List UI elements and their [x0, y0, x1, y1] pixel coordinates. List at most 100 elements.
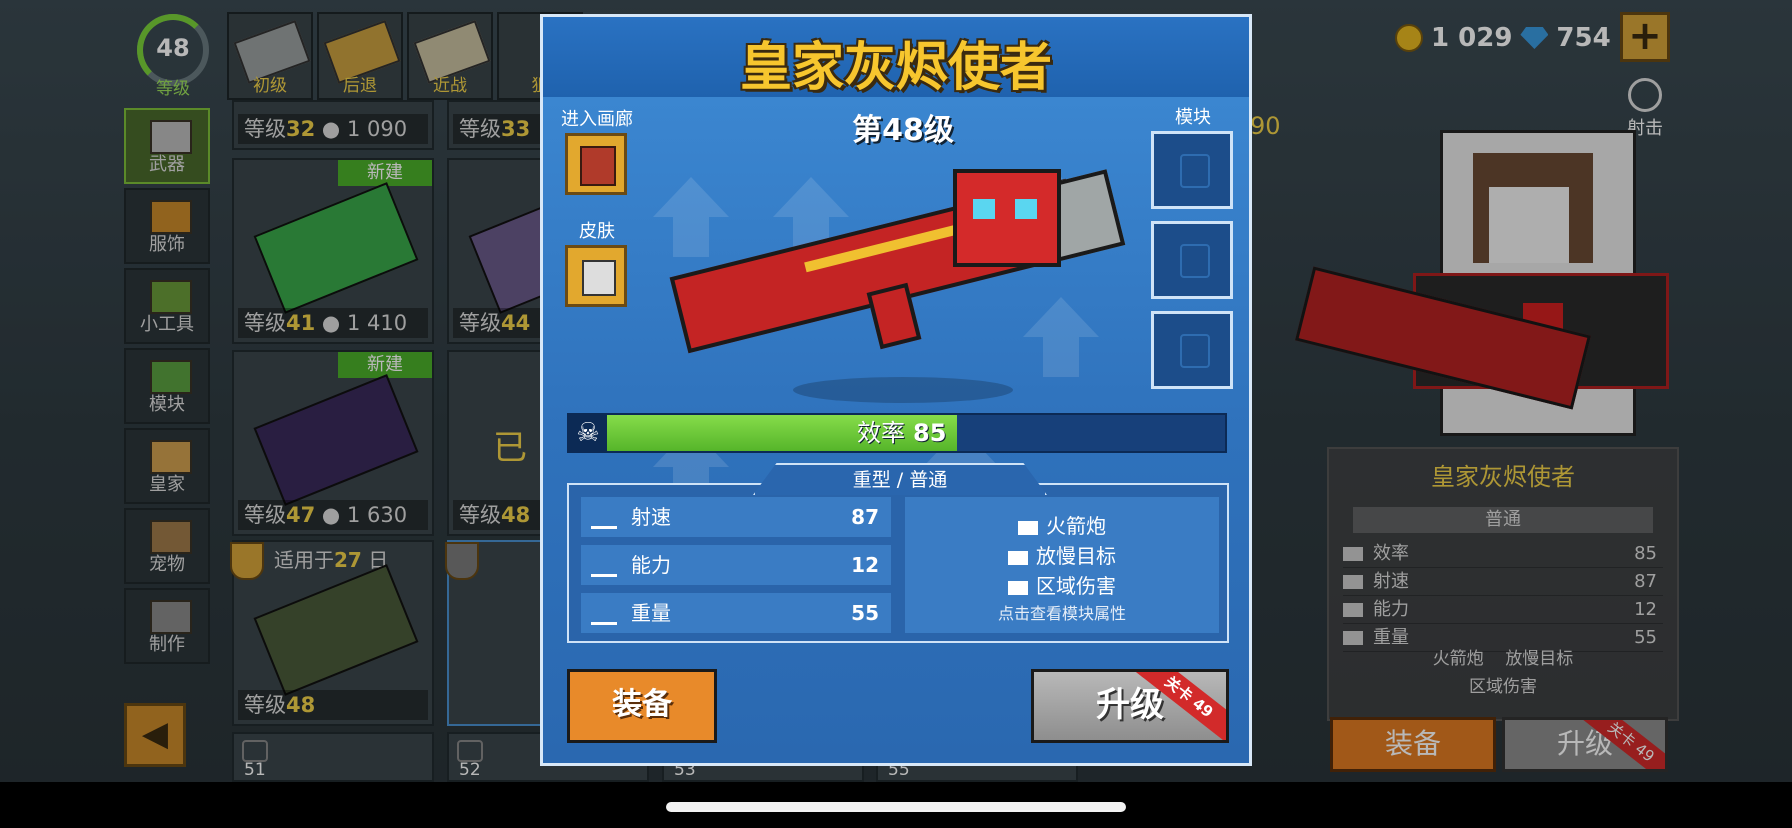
- stat-name: 射速: [1373, 571, 1409, 592]
- grenade-icon: [150, 280, 192, 314]
- gem-icon: [1520, 27, 1549, 49]
- rocket-icon: [1018, 520, 1038, 535]
- weapon-category: 普通: [1353, 507, 1653, 533]
- modules-label: 模块: [1175, 107, 1211, 128]
- level-prefix: 等级: [459, 117, 501, 141]
- plus-icon: +: [1628, 13, 1662, 59]
- pistol-icon: [150, 120, 192, 154]
- stat-name: 重量: [631, 601, 671, 625]
- module-slot-icon: [1180, 244, 1210, 278]
- home-indicator[interactable]: [666, 802, 1126, 812]
- player-level-label: 等级: [156, 79, 190, 99]
- weapon-category: 重型 / 普通: [753, 463, 1047, 495]
- sidebar-item-weapons[interactable]: 武器: [124, 108, 210, 184]
- card-price: 1 410: [346, 311, 408, 335]
- sidebar-item-label: 模块: [149, 394, 185, 415]
- weight-icon: [1343, 631, 1363, 645]
- skull-icon: [1343, 547, 1363, 561]
- module-area-damage: 区域伤害: [905, 571, 1219, 601]
- module-slot-icon: [1180, 334, 1210, 368]
- module-name: 区域伤害: [1036, 574, 1116, 598]
- shoot-button[interactable]: 射击: [1620, 78, 1670, 139]
- capacity-icon: [591, 556, 617, 577]
- module-name: 火箭炮: [1046, 514, 1106, 538]
- skull-eye: [973, 199, 995, 219]
- weapon-level: 第48级: [852, 113, 954, 148]
- level-prefix: 等级: [244, 311, 286, 335]
- lock-icon: [457, 740, 483, 762]
- tab-melee[interactable]: 近战: [407, 12, 493, 100]
- locked-card[interactable]: 51: [232, 732, 434, 782]
- card-until: 适用于27 日: [238, 546, 388, 574]
- sidebar-item-gadgets[interactable]: 小工具: [124, 268, 210, 344]
- equip-button[interactable]: 装备: [567, 669, 717, 743]
- sidebar-item-pets[interactable]: 宠物: [124, 508, 210, 584]
- skin-label: 皮肤: [579, 221, 615, 242]
- weapon-card[interactable]: 等级32 ● 1 090: [232, 100, 434, 150]
- locked-level: 51: [244, 760, 266, 780]
- slow-target-icon: [1008, 550, 1028, 565]
- skin-button[interactable]: [565, 245, 627, 307]
- efficiency-bar: ☠ 效率 85: [567, 413, 1227, 453]
- module-slow: 放慢目标: [1505, 649, 1574, 669]
- stat-value: 85: [1634, 543, 1657, 564]
- mobility-icon: [591, 604, 617, 625]
- area-damage-icon: [1008, 580, 1028, 595]
- add-currency-button[interactable]: +: [1620, 12, 1670, 62]
- modal-title-bar: 皇家灰烬使者: [543, 17, 1249, 98]
- sidebar-item-label: 皇家: [149, 474, 185, 495]
- sidebar-item-label: 小工具: [140, 314, 194, 335]
- efficiency-value: 85: [913, 419, 947, 447]
- sidebar-item-label: 制作: [149, 634, 185, 655]
- stat-row: 射速 87: [1343, 569, 1663, 596]
- upgrade-button-bg[interactable]: 升级 关卡 49: [1502, 717, 1668, 772]
- stat-row-weight: 重量 55: [581, 593, 891, 633]
- tab-primary[interactable]: 初级: [227, 12, 313, 100]
- player-level: 48: [156, 34, 190, 62]
- efficiency-label: 效率: [857, 419, 905, 447]
- weapon-shadow: [793, 377, 1013, 403]
- gallery-button[interactable]: [565, 133, 627, 195]
- weapon-card[interactable]: 新建 等级41 ● 1 410: [232, 158, 434, 344]
- module-rocket: 火箭炮: [905, 511, 1219, 541]
- module-slot-1[interactable]: [1151, 131, 1233, 209]
- stat-name: 能力: [1373, 599, 1409, 620]
- sidebar-item-label: 服饰: [149, 234, 185, 255]
- coin-icon: ●: [321, 117, 341, 141]
- gallery-label: 进入画廊: [561, 109, 633, 130]
- stat-value: 12: [1634, 599, 1657, 620]
- sidebar-item-craft[interactable]: 制作: [124, 588, 210, 664]
- sidebar-item-wear[interactable]: 服饰: [124, 188, 210, 264]
- stat-name: 效率: [1373, 543, 1409, 564]
- skull-ornament: [953, 169, 1061, 267]
- card-footer: 等级47 ● 1 630: [238, 500, 428, 530]
- tab-backup[interactable]: 后退: [317, 12, 403, 100]
- module-info[interactable]: 火箭炮 放慢目标 区域伤害 点击查看模块属性: [905, 497, 1219, 633]
- skull-eye: [1015, 199, 1037, 219]
- upgrade-button[interactable]: 升级 关卡 49: [1031, 669, 1229, 743]
- equip-button-bg[interactable]: 装备: [1330, 717, 1496, 772]
- pet-icon: [150, 520, 192, 554]
- module-slot-2[interactable]: [1151, 221, 1233, 299]
- stat-row-fire-rate: 射速 87: [581, 497, 891, 537]
- module-slow: 放慢目标: [905, 541, 1219, 571]
- locked-level: 52: [459, 760, 481, 780]
- module-slot-3[interactable]: [1151, 311, 1233, 389]
- sidebar-item-royale[interactable]: 皇家: [124, 428, 210, 504]
- back-button[interactable]: ◀: [124, 703, 186, 767]
- card-status-text: 已: [493, 428, 527, 468]
- card-level: 33: [501, 117, 531, 141]
- card-level: 48: [286, 693, 316, 717]
- weapon-card[interactable]: 新建 等级47 ● 1 630: [232, 350, 434, 536]
- crosshair-icon: [1628, 78, 1662, 112]
- sidebar-item-modules[interactable]: 模块: [124, 348, 210, 424]
- coin-icon: ●: [321, 311, 341, 335]
- currency-bar: 1 029 754: [1395, 18, 1611, 58]
- card-price: 1 630: [346, 503, 408, 527]
- weapon-name: 皇家灰烬使者: [1431, 463, 1575, 491]
- card-footer: 等级41 ● 1 410: [238, 308, 428, 338]
- skull-crossbones-icon: ☠: [569, 415, 607, 451]
- weapon-card[interactable]: 适用于27 日 等级48: [230, 540, 434, 726]
- module-list: 火箭炮 放慢目标 区域伤害: [1343, 645, 1663, 701]
- coin-icon: [1395, 24, 1423, 52]
